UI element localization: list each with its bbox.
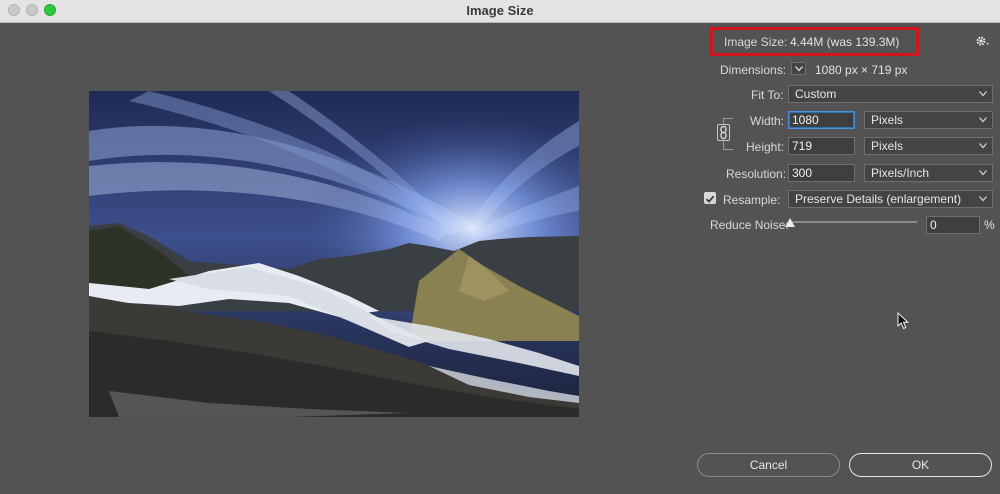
height-unit-select[interactable]: Pixels (864, 137, 993, 155)
resample-label: Resample: (723, 193, 781, 207)
gear-icon[interactable] (974, 33, 990, 49)
resample-method-select[interactable]: Preserve Details (enlargement) (788, 190, 993, 208)
width-unit-selected: Pixels (871, 113, 904, 127)
chevron-down-icon (979, 170, 987, 176)
fit-to-selected: Custom (795, 87, 837, 101)
annotation-highlight-box (710, 27, 919, 56)
chevron-down-icon (979, 117, 987, 123)
fit-to-label: Fit To: (751, 88, 784, 102)
reduce-noise-unit: % (984, 218, 995, 232)
window-title: Image Size (466, 3, 534, 18)
reduce-noise-slider-track[interactable] (790, 221, 917, 223)
checkmark-icon (705, 195, 715, 203)
reduce-noise-input[interactable]: 0 (926, 216, 980, 234)
chevron-down-icon (979, 91, 987, 97)
mouse-pointer-icon (897, 311, 911, 335)
height-input[interactable]: 719 (788, 137, 855, 155)
ok-button[interactable]: OK (849, 453, 992, 477)
dimensions-value: 1080 px × 719 px (815, 63, 908, 77)
dimensions-label: Dimensions: (720, 63, 787, 77)
resolution-input[interactable]: 300 (788, 164, 855, 182)
resolution-unit-select[interactable]: Pixels/Inch (864, 164, 993, 182)
resample-checkbox[interactable] (704, 192, 716, 204)
fit-to-select[interactable]: Custom (788, 85, 993, 103)
resample-method-selected: Preserve Details (enlargement) (795, 192, 962, 206)
cancel-button[interactable]: Cancel (697, 453, 840, 477)
height-label: Height: (746, 140, 785, 154)
chevron-down-icon (979, 196, 987, 202)
reduce-noise-label: Reduce Noise: (710, 218, 789, 232)
width-input[interactable]: 1080 (788, 111, 855, 129)
image-preview[interactable] (89, 91, 579, 417)
width-unit-select[interactable]: Pixels (864, 111, 993, 129)
chevron-down-icon (979, 143, 987, 149)
resolution-label: Resolution: (726, 167, 787, 181)
chain-link-icon[interactable] (717, 124, 730, 141)
width-label: Width: (750, 114, 785, 128)
dimensions-unit-toggle[interactable] (791, 62, 806, 75)
height-unit-selected: Pixels (871, 139, 904, 153)
resolution-unit-selected: Pixels/Inch (871, 166, 930, 180)
title-bar: Image Size (0, 0, 1000, 23)
reduce-noise-slider-thumb[interactable] (785, 218, 795, 227)
chevron-down-icon (795, 66, 803, 72)
